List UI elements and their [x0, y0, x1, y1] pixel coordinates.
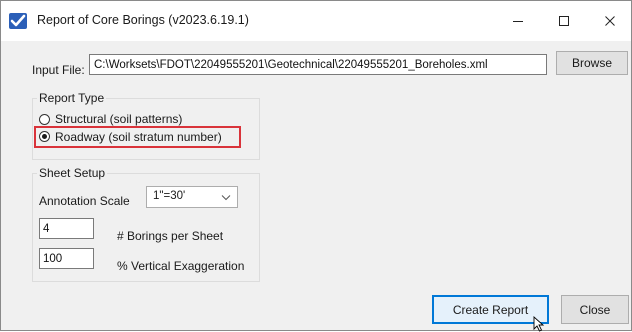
browse-button[interactable]: Browse: [556, 51, 628, 75]
window-title: Report of Core Borings (v2023.6.19.1): [37, 13, 249, 27]
borings-per-sheet-label: # Borings per Sheet: [117, 229, 224, 243]
annotation-scale-dropdown[interactable]: 1"=30': [146, 186, 238, 208]
minimize-icon: [513, 21, 523, 22]
vertical-exaggeration-label: % Vertical Exaggeration: [117, 259, 245, 273]
report-dialog-window: Report of Core Borings (v2023.6.19.1) In…: [0, 0, 632, 332]
close-button[interactable]: Close: [561, 295, 629, 324]
close-window-button[interactable]: [587, 1, 632, 41]
chevron-down-icon: [221, 195, 231, 201]
create-report-button[interactable]: Create Report: [432, 295, 549, 324]
input-file-label: Input File:: [32, 63, 85, 77]
structural-radio-label[interactable]: Structural (soil patterns): [55, 112, 182, 126]
input-file-field[interactable]: [89, 54, 547, 75]
minimize-button[interactable]: [495, 1, 541, 41]
maximize-button[interactable]: [541, 1, 587, 41]
roadway-highlight-box: [34, 126, 241, 148]
annotation-scale-label: Annotation Scale: [39, 194, 130, 208]
sheet-setup-title: Sheet Setup: [37, 166, 108, 180]
app-check-icon: [9, 13, 27, 29]
vertical-exaggeration-input[interactable]: [39, 248, 94, 269]
close-icon: [605, 16, 615, 26]
title-bar[interactable]: Report of Core Borings (v2023.6.19.1): [1, 1, 631, 41]
maximize-icon: [559, 16, 569, 26]
structural-radio[interactable]: [39, 114, 50, 125]
report-type-title: Report Type: [37, 91, 107, 105]
mouse-cursor-icon: [533, 316, 545, 332]
annotation-scale-value: 1"=30': [153, 190, 186, 202]
borings-per-sheet-input[interactable]: [39, 218, 94, 239]
